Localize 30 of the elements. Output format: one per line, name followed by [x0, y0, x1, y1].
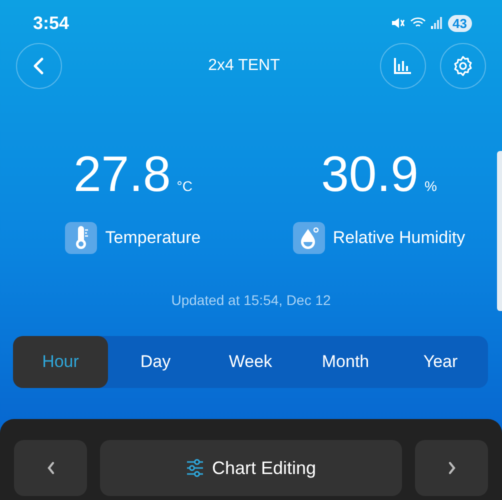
status-time: 3:54	[33, 12, 70, 34]
period-tab[interactable]: Hour	[13, 336, 108, 388]
reading-label: Temperature	[105, 228, 201, 248]
sliders-icon	[186, 459, 204, 477]
thermometer-icon	[65, 222, 98, 254]
back-icon	[32, 57, 46, 75]
device-title: 2x4 TENT	[207, 57, 281, 75]
reading-unit: °C	[176, 178, 193, 196]
mute-icon	[390, 17, 405, 29]
period-tab[interactable]: Week	[203, 336, 298, 388]
water-drop-icon	[292, 222, 325, 254]
battery-level: 43	[448, 14, 472, 32]
back-button[interactable]	[16, 43, 62, 89]
period-tab[interactable]: Day	[108, 336, 203, 388]
settings-button[interactable]	[440, 43, 486, 89]
chart-button[interactable]	[380, 43, 426, 89]
settings-icon	[452, 55, 474, 77]
reading-value: 30.9	[321, 148, 418, 200]
period-tab[interactable]: Month	[298, 336, 393, 388]
signal-icon	[430, 17, 443, 29]
reading-value: 27.8	[73, 148, 171, 200]
chart-editing-button[interactable]: Chart Editing	[100, 440, 402, 496]
period-tab[interactable]: Year	[393, 336, 488, 388]
bar-chart-icon	[393, 57, 413, 75]
reading-unit: %	[424, 178, 437, 196]
updated-time: Updated at 15:54, Dec 12	[170, 292, 332, 308]
chevron-right-icon	[446, 461, 456, 475]
wifi-icon	[410, 17, 426, 29]
reading-label: Relative Humidity	[332, 228, 466, 248]
chevron-left-icon	[46, 461, 56, 475]
